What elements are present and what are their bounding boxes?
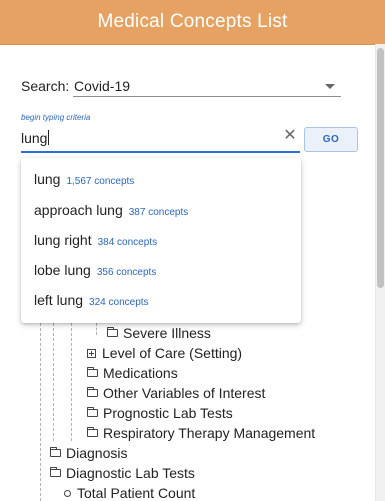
tree-item-label: Prognostic Lab Tests	[103, 405, 233, 421]
tree-item-label: Total Patient Count	[77, 485, 196, 501]
suggestion-term: lobe lung	[34, 262, 91, 278]
suggestion-count: 324 concepts	[89, 297, 149, 308]
tree-item-label: Medications	[103, 365, 178, 381]
tree-connector	[71, 323, 72, 441]
suggestions-dropdown: lung 1,567 concepts approach lung 387 co…	[21, 158, 301, 323]
tree-item-label: Other Variables of Interest	[103, 385, 266, 401]
tree-item-diagnostic-lab-tests[interactable]: Diagnostic Lab Tests	[50, 465, 195, 481]
tree-item-label: Diagnostic Lab Tests	[66, 465, 195, 481]
tree-item-medications[interactable]: Medications	[87, 365, 178, 381]
folder-icon	[50, 467, 61, 477]
suggestion-count: 356 concepts	[96, 267, 157, 278]
circle-icon	[64, 489, 71, 497]
suggestion-term: lung	[34, 171, 61, 187]
suggestion-option[interactable]: left lung 324 concepts	[34, 292, 149, 308]
folder-icon	[87, 367, 98, 377]
suggestion-term: approach lung	[34, 202, 123, 218]
suggestion-count: 1,567 concepts	[66, 176, 135, 187]
folder-icon	[50, 447, 61, 457]
folder-icon	[87, 387, 98, 397]
tree-item-label: Level of Care (Setting)	[102, 345, 243, 361]
tree-item-total-patient-count[interactable]: Total Patient Count	[64, 485, 195, 501]
tree-connector	[53, 323, 54, 441]
suggestion-term: left lung	[34, 292, 84, 308]
suggestion-option[interactable]: lung 1,567 concepts	[34, 171, 134, 187]
tree-item-label: Severe Illness	[123, 325, 211, 341]
suggestion-count: 387 concepts	[128, 207, 189, 218]
tree-connector	[40, 323, 41, 501]
tree-connector	[96, 323, 97, 335]
tree-item-label: Diagnosis	[66, 445, 128, 461]
tree-item-label: Respiratory Therapy Management	[103, 425, 316, 441]
folder-icon	[107, 327, 118, 337]
suggestion-option[interactable]: lobe lung 356 concepts	[34, 262, 156, 278]
suggestion-option[interactable]: lung right 384 concepts	[34, 232, 157, 248]
tree-item-respiratory-therapy[interactable]: Respiratory Therapy Management	[87, 425, 315, 441]
folder-icon	[87, 427, 98, 437]
folder-icon	[87, 407, 98, 417]
suggestion-option[interactable]: approach lung 387 concepts	[34, 202, 188, 218]
suggestion-count: 384 concepts	[97, 237, 158, 248]
tree-item-severe-illness[interactable]: Severe Illness	[107, 325, 211, 341]
tree-item-diagnosis[interactable]: Diagnosis	[50, 445, 127, 461]
tree-item-other-variables[interactable]: Other Variables of Interest	[87, 385, 265, 401]
tree-item-prognostic-lab-tests[interactable]: Prognostic Lab Tests	[87, 405, 233, 421]
tree-item-level-of-care[interactable]: Level of Care (Setting)	[87, 345, 242, 361]
suggestion-term: lung right	[34, 232, 92, 248]
expand-plus-icon[interactable]	[87, 348, 96, 358]
